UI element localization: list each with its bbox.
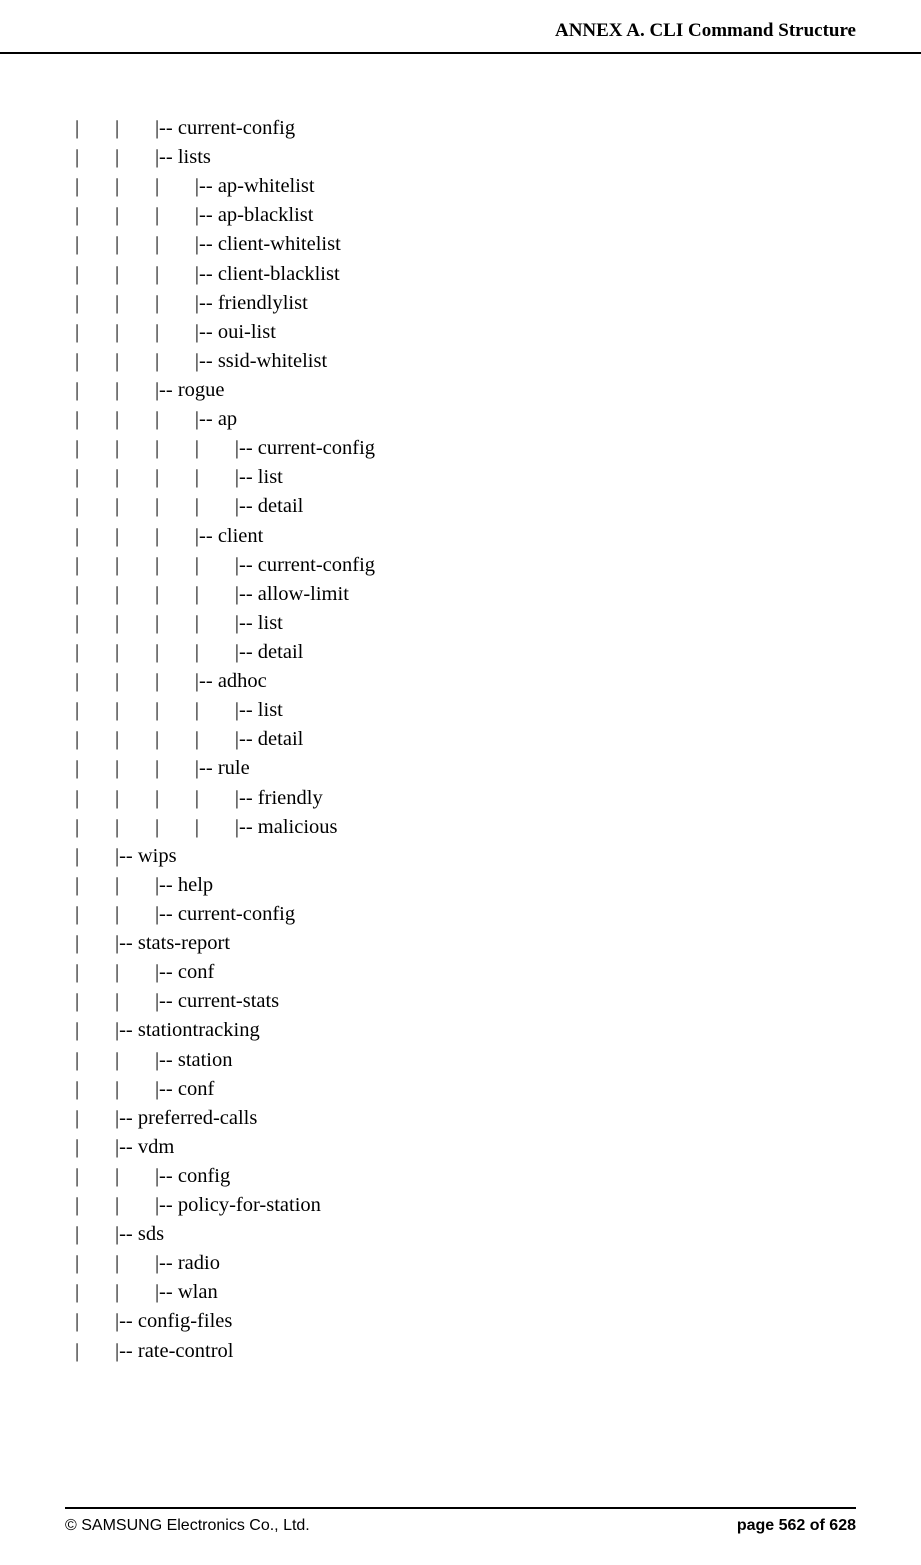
footer-copyright: © SAMSUNG Electronics Co., Ltd.	[65, 1517, 310, 1535]
tree-line: | | | | |-- allow-limit	[75, 580, 921, 609]
tree-line: | |-- config-files	[75, 1307, 921, 1336]
tree-line: | | | | |-- friendly	[75, 784, 921, 813]
tree-line: | | | | |-- list	[75, 696, 921, 725]
tree-line: | | | | |-- detail	[75, 725, 921, 754]
tree-line: | | |-- conf	[75, 958, 921, 987]
tree-line: | | |-- policy-for-station	[75, 1191, 921, 1220]
tree-line: | |-- rate-control	[75, 1337, 921, 1366]
tree-line: | | |-- config	[75, 1162, 921, 1191]
tree-line: | | |-- current-stats	[75, 987, 921, 1016]
tree-line: | | | |-- adhoc	[75, 667, 921, 696]
tree-line: | | |-- conf	[75, 1075, 921, 1104]
page-header: ANNEX A. CLI Command Structure	[0, 0, 921, 54]
tree-line: | | |-- wlan	[75, 1278, 921, 1307]
tree-line: | |-- preferred-calls	[75, 1104, 921, 1133]
tree-line: | | |-- station	[75, 1046, 921, 1075]
tree-line: | | | |-- ap	[75, 405, 921, 434]
tree-line: | | |-- current-config	[75, 114, 921, 143]
tree-line: | | | | |-- current-config	[75, 551, 921, 580]
cli-tree-content: | | |-- current-config| | |-- lists| | |…	[0, 54, 921, 1366]
tree-line: | | |-- radio	[75, 1249, 921, 1278]
tree-line: | | |-- rogue	[75, 376, 921, 405]
tree-line: | | | |-- rule	[75, 754, 921, 783]
tree-line: | | | |-- client-blacklist	[75, 260, 921, 289]
tree-line: | |-- vdm	[75, 1133, 921, 1162]
tree-line: | |-- wips	[75, 842, 921, 871]
tree-line: | |-- stats-report	[75, 929, 921, 958]
page-footer: © SAMSUNG Electronics Co., Ltd. page 562…	[0, 1507, 921, 1535]
tree-line: | | | | |-- detail	[75, 492, 921, 521]
tree-line: | | | |-- friendlylist	[75, 289, 921, 318]
tree-line: | | | |-- ssid-whitelist	[75, 347, 921, 376]
tree-line: | | | | |-- list	[75, 609, 921, 638]
tree-line: | | | |-- ap-whitelist	[75, 172, 921, 201]
header-title: ANNEX A. CLI Command Structure	[555, 20, 856, 41]
tree-line: | | |-- current-config	[75, 900, 921, 929]
tree-line: | | |-- lists	[75, 143, 921, 172]
tree-line: | |-- sds	[75, 1220, 921, 1249]
tree-line: | | | |-- client	[75, 522, 921, 551]
tree-line: | |-- stationtracking	[75, 1016, 921, 1045]
footer-page-number: page 562 of 628	[737, 1517, 856, 1535]
tree-line: | | | |-- ap-blacklist	[75, 201, 921, 230]
tree-line: | | | | |-- current-config	[75, 434, 921, 463]
tree-line: | | | | |-- list	[75, 463, 921, 492]
tree-line: | | | |-- oui-list	[75, 318, 921, 347]
tree-line: | | | |-- client-whitelist	[75, 230, 921, 259]
tree-line: | | | | |-- malicious	[75, 813, 921, 842]
tree-line: | | |-- help	[75, 871, 921, 900]
tree-line: | | | | |-- detail	[75, 638, 921, 667]
